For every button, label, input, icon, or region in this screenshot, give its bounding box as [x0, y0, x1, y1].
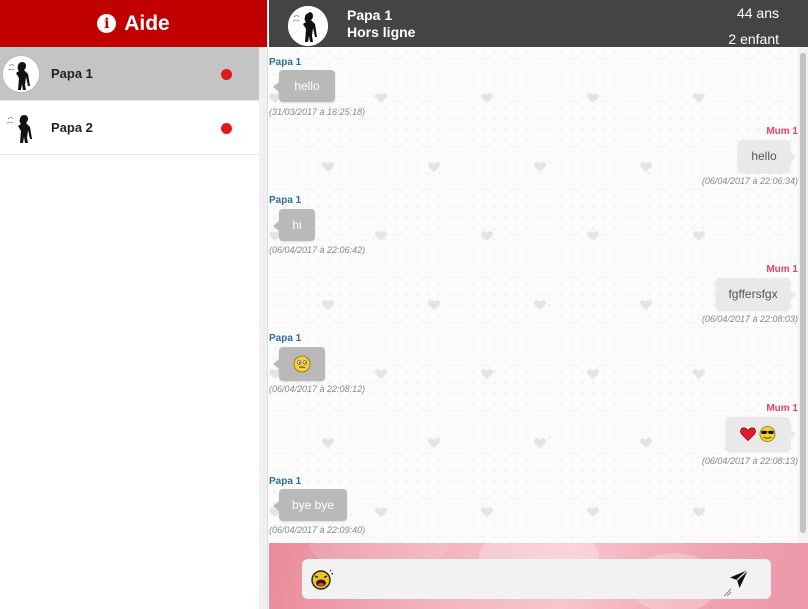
message-text: fgffersfgx	[728, 287, 778, 301]
heart-pattern-icon	[534, 300, 546, 310]
message-composer	[269, 543, 808, 609]
message-bubble[interactable]: hello	[738, 140, 796, 172]
message-incoming: Papa 1 (06/04/2017 à 22:08:12)	[269, 333, 469, 395]
message-timestamp: (06/04/2017 à 22:06:34)	[701, 176, 798, 186]
message-outgoing: Mum 1 hello (06/04/2017 à 22:06:34)	[598, 126, 798, 188]
contact-item-papa-2[interactable]: Papa 2	[0, 101, 259, 155]
help-button[interactable]: i Aide	[0, 0, 267, 47]
message-timestamp: (06/04/2017 à 22:08:03)	[701, 314, 798, 324]
status-dot-offline	[221, 69, 232, 80]
contact-name: Papa 1	[51, 66, 93, 81]
message-incoming: Papa 1 hi (06/04/2017 à 22:06:42)	[269, 195, 469, 255]
message-timestamp: (06/04/2017 à 22:08:13)	[701, 456, 798, 466]
heart-pattern-icon	[693, 93, 705, 103]
heart-pattern-icon	[428, 438, 440, 448]
heart-icon	[740, 427, 756, 442]
message-list-scrollbar[interactable]	[798, 47, 808, 543]
message-sender: Papa 1	[269, 57, 302, 68]
message-bubble[interactable]: bye bye	[273, 489, 347, 521]
heart-pattern-icon	[428, 162, 440, 172]
contact-list: Papa 1 Papa 2	[0, 47, 267, 155]
status-dot-offline	[221, 123, 232, 134]
heart-pattern-icon	[534, 162, 546, 172]
message-sender: Mum 1	[766, 264, 798, 275]
confused-face-icon	[293, 355, 311, 373]
sidebar-scrollbar[interactable]	[259, 47, 267, 609]
heart-pattern-icon	[693, 369, 705, 379]
heart-pattern-icon	[534, 438, 546, 448]
avatar	[2, 54, 40, 93]
message-text: hello	[294, 79, 320, 93]
message-text: bye bye	[291, 498, 335, 512]
header-contact-age: 44 ans	[736, 5, 779, 21]
avatar-silhouette-icon	[3, 55, 39, 92]
heart-pattern-icon	[428, 300, 440, 310]
heart-pattern-icon	[481, 93, 493, 103]
scrollbar-thumb[interactable]	[800, 53, 806, 533]
message-sender: Papa 1	[269, 333, 302, 344]
heart-pattern-icon	[481, 231, 493, 241]
message-incoming: Papa 1 hello (31/03/2017 à 16:25:18)	[269, 57, 469, 117]
contact-name: Papa 2	[51, 120, 93, 135]
contact-item-papa-1[interactable]: Papa 1	[0, 47, 259, 101]
header-contact-name: Papa 1	[347, 7, 393, 23]
send-icon	[730, 569, 749, 588]
avatar-silhouette-icon	[288, 6, 328, 46]
heart-pattern-icon	[587, 93, 599, 103]
heart-pattern-icon	[322, 300, 334, 310]
message-timestamp: (06/04/2017 à 22:09:40)	[269, 525, 366, 535]
send-button[interactable]	[728, 568, 750, 590]
message-sender: Papa 1	[269, 195, 302, 206]
heart-pattern-icon	[587, 369, 599, 379]
message-text: hello	[751, 149, 777, 163]
avatar[interactable]	[288, 6, 328, 46]
chat-app: i Aide Papa 1 Papa 2 Papa 1 Hors ligne 4…	[0, 0, 808, 609]
heart-pattern-icon	[481, 507, 493, 517]
heart-pattern-icon	[481, 369, 493, 379]
composer-input-wrapper	[302, 559, 771, 599]
heart-pattern-icon	[322, 162, 334, 172]
heart-pattern-icon	[693, 507, 705, 517]
emoji-picker-icon	[311, 569, 334, 590]
emoji-picker-button[interactable]	[310, 568, 334, 592]
heart-pattern-icon	[322, 438, 334, 448]
message-input[interactable]	[340, 567, 710, 591]
sunglasses-face-icon	[759, 426, 776, 442]
avatar	[2, 109, 40, 147]
header-contact-children: 2 enfant	[728, 31, 779, 47]
message-outgoing: Mum 1 (06/04/2017 à 22:08:13)	[598, 403, 798, 467]
message-incoming: Papa 1 bye bye (06/04/2017 à 22:09:40)	[269, 476, 469, 538]
message-bubble[interactable]: fgffersfgx	[716, 278, 796, 310]
info-icon: i	[97, 14, 117, 33]
avatar-silhouette-icon	[6, 114, 32, 143]
message-sender: Mum 1	[766, 126, 798, 137]
message-outgoing: Mum 1 fgffersfgx (06/04/2017 à 22:08:03)	[598, 264, 798, 326]
message-text: hi	[292, 218, 302, 232]
message-timestamp: (31/03/2017 à 16:25:18)	[269, 107, 366, 117]
message-bubble[interactable]: hi	[273, 209, 315, 241]
message-sender: Papa 1	[269, 476, 302, 487]
message-bubble[interactable]	[726, 417, 796, 451]
heart-pattern-icon	[587, 507, 599, 517]
message-bubble[interactable]	[273, 347, 325, 381]
message-sender: Mum 1	[766, 403, 798, 414]
message-list[interactable]: Papa 1 hello (31/03/2017 à 16:25:18) Mum…	[269, 47, 798, 543]
heart-pattern-icon	[693, 231, 705, 241]
header-contact-status: Hors ligne	[347, 24, 416, 40]
message-bubble[interactable]: hello	[273, 70, 335, 102]
help-label: Aide	[124, 11, 170, 35]
message-timestamp: (06/04/2017 à 22:08:12)	[269, 384, 366, 394]
message-timestamp: (06/04/2017 à 22:06:42)	[269, 245, 366, 255]
sidebar: i Aide Papa 1 Papa 2	[0, 0, 268, 609]
chat-header: Papa 1 Hors ligne 44 ans 2 enfant	[269, 0, 808, 47]
heart-pattern-icon	[587, 231, 599, 241]
